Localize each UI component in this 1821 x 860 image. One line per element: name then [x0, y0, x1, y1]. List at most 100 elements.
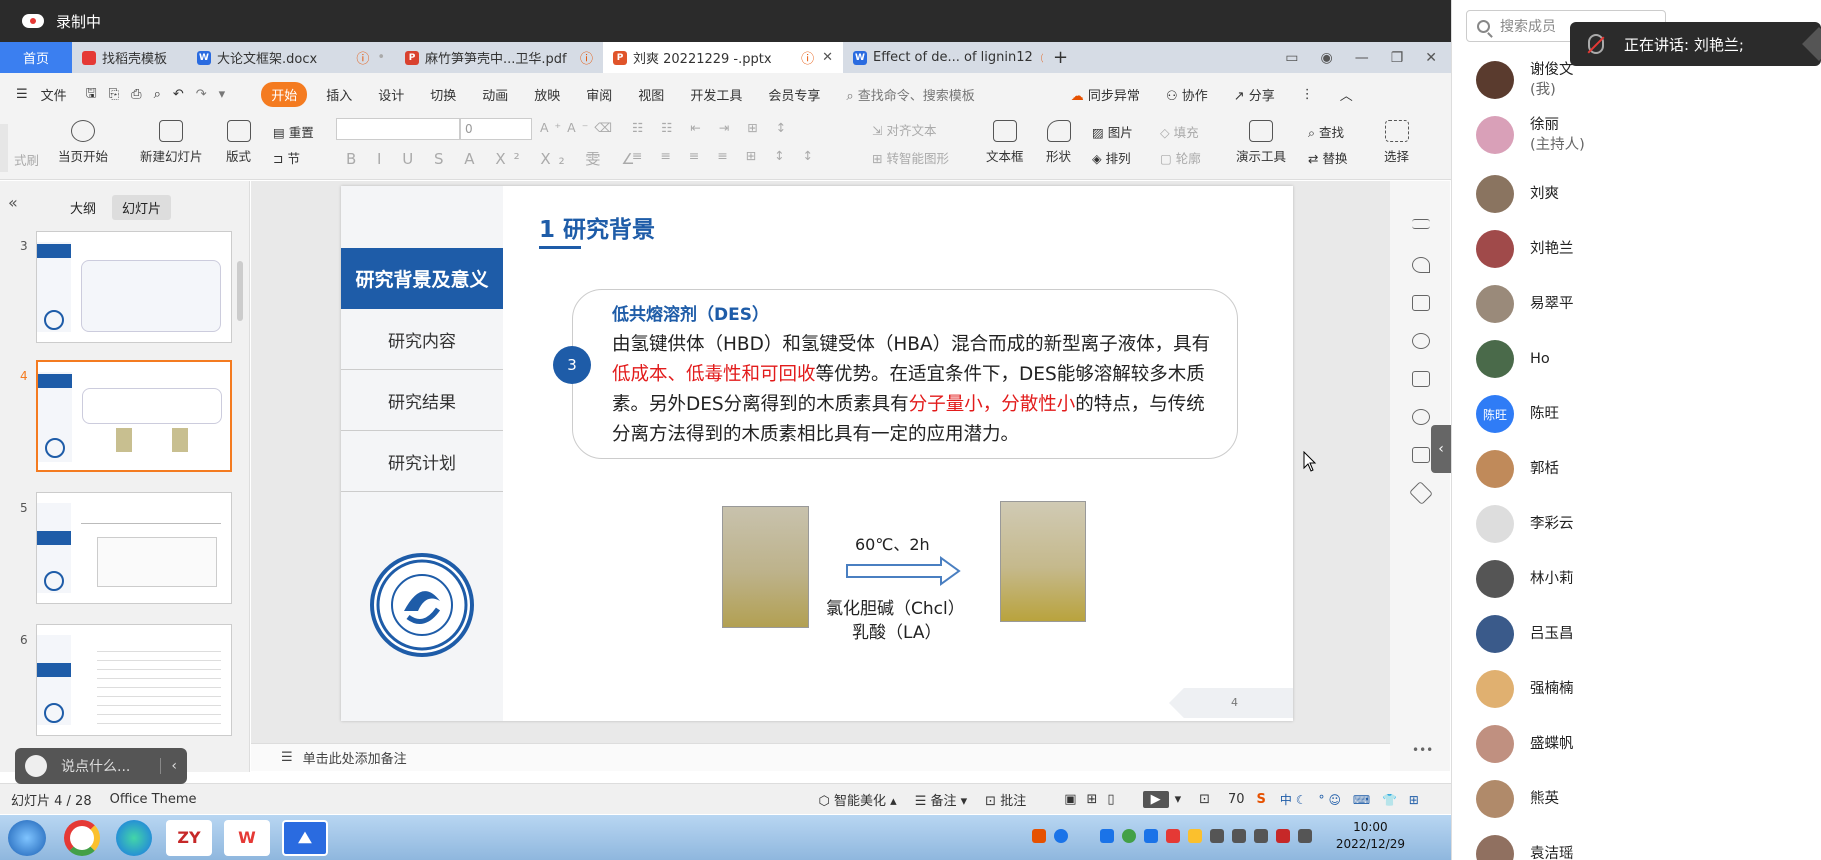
tab-pptx[interactable]: P 刘爽 20221229 -.pptx ⓘ ✕: [603, 42, 843, 73]
participant-item[interactable]: 袁洁瑶: [1476, 835, 1574, 860]
security-tray-icon[interactable]: [1188, 829, 1202, 843]
new-tab-button[interactable]: +: [1043, 42, 1083, 73]
section-button[interactable]: ⊐ 节: [273, 148, 300, 167]
font-size-grow-icons[interactable]: A⁺A⁻⌫: [540, 120, 618, 135]
menu-design[interactable]: 设计: [365, 85, 417, 104]
properties-icon[interactable]: [1412, 219, 1430, 229]
smart-beautify-button[interactable]: ⬡ 智能美化 ▴: [819, 790, 897, 809]
device-tray-icon[interactable]: [1254, 829, 1268, 843]
participant-item[interactable]: 林小莉: [1476, 560, 1574, 598]
notes-bar[interactable]: ☰ 单击此处添加备注: [251, 743, 1390, 771]
wps-tray-icon[interactable]: [1166, 829, 1180, 843]
menu-member[interactable]: 会员专享: [755, 85, 833, 104]
pin-icon[interactable]: [1412, 257, 1430, 273]
restore-icon[interactable]: ❐: [1391, 50, 1404, 66]
layout-button[interactable]: 版式: [226, 120, 251, 165]
speaker-tray-icon[interactable]: [1298, 829, 1312, 843]
zoom-value[interactable]: 70: [1228, 792, 1245, 807]
replace-button[interactable]: ⇄ 替换: [1308, 148, 1347, 167]
tab-pdf[interactable]: P 麻竹笋笋壳中...卫华.pdf ⓘ: [395, 42, 603, 73]
preview-icon[interactable]: ⌕: [148, 87, 167, 102]
comments-toggle[interactable]: ⊡ 批注: [985, 790, 1026, 809]
collapse-panel-icon[interactable]: «: [8, 193, 18, 212]
sync-status[interactable]: ☁ 同步异常: [1058, 85, 1153, 104]
book-icon[interactable]: [1412, 447, 1430, 463]
participant-item[interactable]: 熊英: [1476, 780, 1559, 818]
participant-item[interactable]: 易翠平: [1476, 285, 1574, 323]
zy-app-icon[interactable]: ZY: [166, 819, 212, 856]
play-options-icon[interactable]: ▾: [1175, 792, 1182, 807]
participant-item[interactable]: 刘爽: [1476, 175, 1559, 213]
format-painter-label[interactable]: 式刷: [14, 150, 39, 169]
undo-icon[interactable]: ↶: [167, 87, 190, 102]
share-button[interactable]: ↗ 分享: [1221, 85, 1288, 104]
edge-icon[interactable]: [116, 819, 152, 856]
close-icon[interactable]: •: [377, 50, 385, 65]
taskbar-clock[interactable]: 10:00 2022/12/29: [1336, 819, 1405, 853]
picture-button[interactable]: ▨ 图片: [1092, 122, 1133, 141]
participant-item[interactable]: 陈旺 陈旺: [1476, 395, 1559, 433]
ribbon-scroll-left[interactable]: [0, 124, 8, 172]
avatar-icon[interactable]: ◉: [1320, 50, 1332, 66]
meeting-app-icon[interactable]: ⛰: [282, 819, 328, 856]
tab-outline[interactable]: 大纲: [60, 195, 106, 220]
align-text-button[interactable]: ⇲ 对齐文本: [872, 120, 936, 139]
participant-item[interactable]: 谢俊文 (我): [1476, 60, 1574, 100]
minimize-icon[interactable]: —: [1355, 50, 1369, 66]
start-button-icon[interactable]: [8, 819, 46, 856]
find-button[interactable]: ⌕ 查找: [1308, 122, 1344, 141]
collapse-chat-icon[interactable]: ‹: [160, 758, 177, 774]
smartart-button[interactable]: ⊞ 转智能图形: [872, 148, 949, 167]
app-tray-icon[interactable]: [1144, 829, 1158, 843]
present-tools-button[interactable]: 演示工具: [1236, 120, 1286, 165]
tab-template[interactable]: 找稻壳模板: [72, 42, 187, 73]
chat-input-float[interactable]: 说点什么... ‹: [15, 748, 187, 784]
outline-button[interactable]: ▢ 轮廓: [1160, 148, 1201, 167]
tab-effect[interactable]: W Effect of de... of lignin12 ⓘ: [843, 42, 1043, 73]
wps-icon[interactable]: W: [224, 819, 270, 856]
collapse-side-panel-button[interactable]: ‹: [1431, 425, 1451, 473]
menu-review[interactable]: 审阅: [573, 85, 625, 104]
wechat-tray-icon[interactable]: [1122, 829, 1136, 843]
close-window-icon[interactable]: ✕: [1425, 50, 1437, 66]
help-tray-icon[interactable]: [1054, 829, 1068, 843]
print-icon[interactable]: ⎙: [125, 87, 147, 102]
volume-tray-icon[interactable]: [1232, 829, 1246, 843]
file-menu[interactable]: 文件: [41, 85, 80, 104]
menu-developer[interactable]: 开发工具: [677, 85, 755, 104]
list-icons[interactable]: ☷ ☷ ⇤ ⇥ ⊞ ↕: [632, 120, 793, 135]
ime-tray-icon[interactable]: [1032, 829, 1046, 843]
reset-button[interactable]: ▤ 重置: [273, 122, 314, 141]
fit-icon[interactable]: ⊡: [1199, 792, 1210, 807]
text-format-icons[interactable]: B I U S A X² X₂ 雯 ∠: [346, 148, 643, 169]
more-icon[interactable]: ▾: [213, 87, 256, 102]
menu-slideshow[interactable]: 放映: [521, 85, 573, 104]
slide-thumbnail[interactable]: [36, 492, 232, 604]
tab-slides[interactable]: 幻灯片: [112, 195, 172, 220]
slide-thumbnail[interactable]: [36, 231, 232, 343]
play-slideshow-icon[interactable]: ▶: [1142, 790, 1169, 808]
shape-button[interactable]: 形状: [1046, 120, 1071, 165]
textbox-button[interactable]: 文本框: [986, 120, 1024, 165]
export-icon[interactable]: ⎘: [103, 87, 125, 102]
participant-item[interactable]: 盛蝶帆: [1476, 725, 1574, 763]
tab-home[interactable]: 首页: [0, 42, 72, 73]
flag-tray-icon[interactable]: [1276, 829, 1290, 843]
paragraph-align-icons[interactable]: ≡ ≡ ≡ ≡ ⊞ ↕ ↕: [632, 148, 820, 163]
thumbnail-scrollbar[interactable]: [237, 261, 243, 321]
fill-button[interactable]: ◇ 填充: [1160, 122, 1199, 141]
command-search[interactable]: ⌕ 查找命令、搜索模板: [833, 85, 987, 104]
meeting-tray-icon[interactable]: [1100, 829, 1114, 843]
participant-item[interactable]: 郭栝: [1476, 450, 1559, 488]
participant-item[interactable]: 徐丽 (主持人): [1476, 115, 1585, 155]
tab-docx[interactable]: W 大论文框架.docx ⓘ •: [187, 42, 395, 73]
network-tray-icon[interactable]: [1210, 829, 1224, 843]
box-icon[interactable]: [1408, 480, 1434, 506]
arrange-button[interactable]: ◈ 排列: [1092, 148, 1131, 167]
expand-icon[interactable]: [1802, 27, 1821, 61]
notes-toggle[interactable]: ☰ 备注 ▾: [915, 790, 967, 809]
participant-item[interactable]: 李彩云: [1476, 505, 1574, 543]
ime-toolbar-icons[interactable]: 中☾ °☺ ⌨ 👕 ⊞: [1280, 791, 1423, 808]
participant-item[interactable]: 强楠楠: [1476, 670, 1574, 708]
participant-item[interactable]: 吕玉昌: [1476, 615, 1574, 653]
